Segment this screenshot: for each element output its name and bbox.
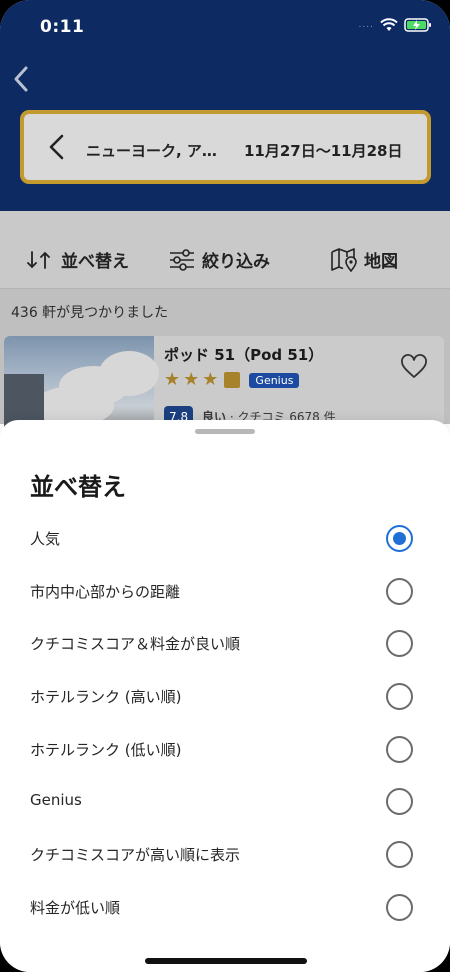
sort-option-popular[interactable]: 人気 (0, 513, 450, 563)
sheet-drag-handle[interactable] (195, 429, 255, 434)
app-header: 0:11 .... ニューヨーク, ア… 11月27日〜11月28日 (0, 0, 450, 211)
sort-bottom-sheet: 並べ替え 人気 市内中心部からの距離 クチコミスコア＆料金が良い順 ホテルランク… (0, 420, 450, 972)
radio-button-selected[interactable] (386, 525, 413, 552)
sort-label: 並べ替え (61, 252, 129, 272)
radio-button[interactable] (386, 894, 413, 921)
star-icon: ★ (164, 369, 181, 390)
filter-sliders-icon (170, 248, 194, 271)
sort-button[interactable]: 並べ替え (25, 247, 129, 272)
filter-label: 絞り込み (202, 252, 270, 272)
radio-button[interactable] (386, 578, 413, 605)
sort-option-label: 人気 (30, 530, 61, 548)
sort-option-stars-high[interactable]: ホテルランク (高い順) (0, 671, 450, 721)
status-icons: .... (359, 18, 432, 32)
home-indicator[interactable] (145, 958, 307, 964)
back-arrow-icon[interactable] (8, 62, 32, 96)
thumbs-up-icon (224, 372, 241, 388)
filter-button[interactable]: 絞り込み (168, 247, 270, 272)
app-screen: 0:11 .... ニューヨーク, ア… 11月27日〜11月28日 並べ替え … (0, 0, 450, 972)
heart-icon[interactable] (400, 354, 428, 380)
sort-arrows-icon (27, 250, 50, 269)
map-icon (331, 247, 357, 272)
status-bar: 0:11 .... (0, 0, 450, 50)
sort-option-distance[interactable]: 市内中心部からの距離 (0, 566, 450, 616)
map-button[interactable]: 地図 (330, 247, 398, 272)
hotel-stars: ★ ★ ★ Genius (164, 369, 300, 390)
radio-button[interactable] (386, 683, 413, 710)
sort-option-label: ホテルランク (高い順) (30, 688, 182, 706)
results-toolbar: 並べ替え 絞り込み 地図 (0, 211, 450, 289)
search-summary-box[interactable]: ニューヨーク, ア… 11月27日〜11月28日 (20, 110, 431, 184)
sort-option-label: 料金が低い順 (30, 899, 121, 917)
genius-badge: Genius (249, 372, 300, 388)
radio-button[interactable] (386, 788, 413, 815)
sort-option-review-score[interactable]: クチコミスコアが高い順に表示 (0, 829, 450, 879)
results-list: 436 軒が見つかりました ポッド 51（Pod 51） ★ ★ ★ Geniu… (0, 289, 450, 436)
battery-charging-icon (404, 18, 431, 32)
sort-option-price-low[interactable]: 料金が低い順 (0, 882, 450, 932)
star-icon: ★ (202, 369, 219, 390)
result-count: 436 軒が見つかりました (11, 305, 169, 321)
cellular-signal-icon: .... (358, 20, 374, 30)
radio-button[interactable] (386, 736, 413, 763)
sort-option-label: ホテルランク (低い順) (30, 741, 182, 759)
radio-button[interactable] (386, 841, 413, 868)
chevron-left-icon[interactable] (46, 134, 68, 160)
sort-option-genius[interactable]: Genius (0, 776, 450, 826)
status-time: 0:11 (40, 17, 85, 37)
wifi-icon (380, 18, 398, 31)
sort-option-label: 市内中心部からの距離 (30, 583, 181, 601)
radio-button[interactable] (386, 630, 413, 657)
map-label: 地図 (364, 252, 398, 272)
sort-option-label: Genius (30, 791, 82, 809)
hotel-name: ポッド 51（Pod 51） (164, 346, 324, 364)
search-destination: ニューヨーク, ア… (86, 142, 217, 160)
sheet-title: 並べ替え (30, 473, 126, 501)
sort-option-score-price[interactable]: クチコミスコア＆料金が良い順 (0, 618, 450, 668)
sort-option-label: クチコミスコア＆料金が良い順 (30, 635, 241, 653)
search-dates: 11月27日〜11月28日 (244, 142, 403, 160)
star-icon: ★ (183, 369, 200, 390)
sort-option-label: クチコミスコアが高い順に表示 (30, 846, 241, 864)
sort-option-stars-low[interactable]: ホテルランク (低い順) (0, 724, 450, 774)
